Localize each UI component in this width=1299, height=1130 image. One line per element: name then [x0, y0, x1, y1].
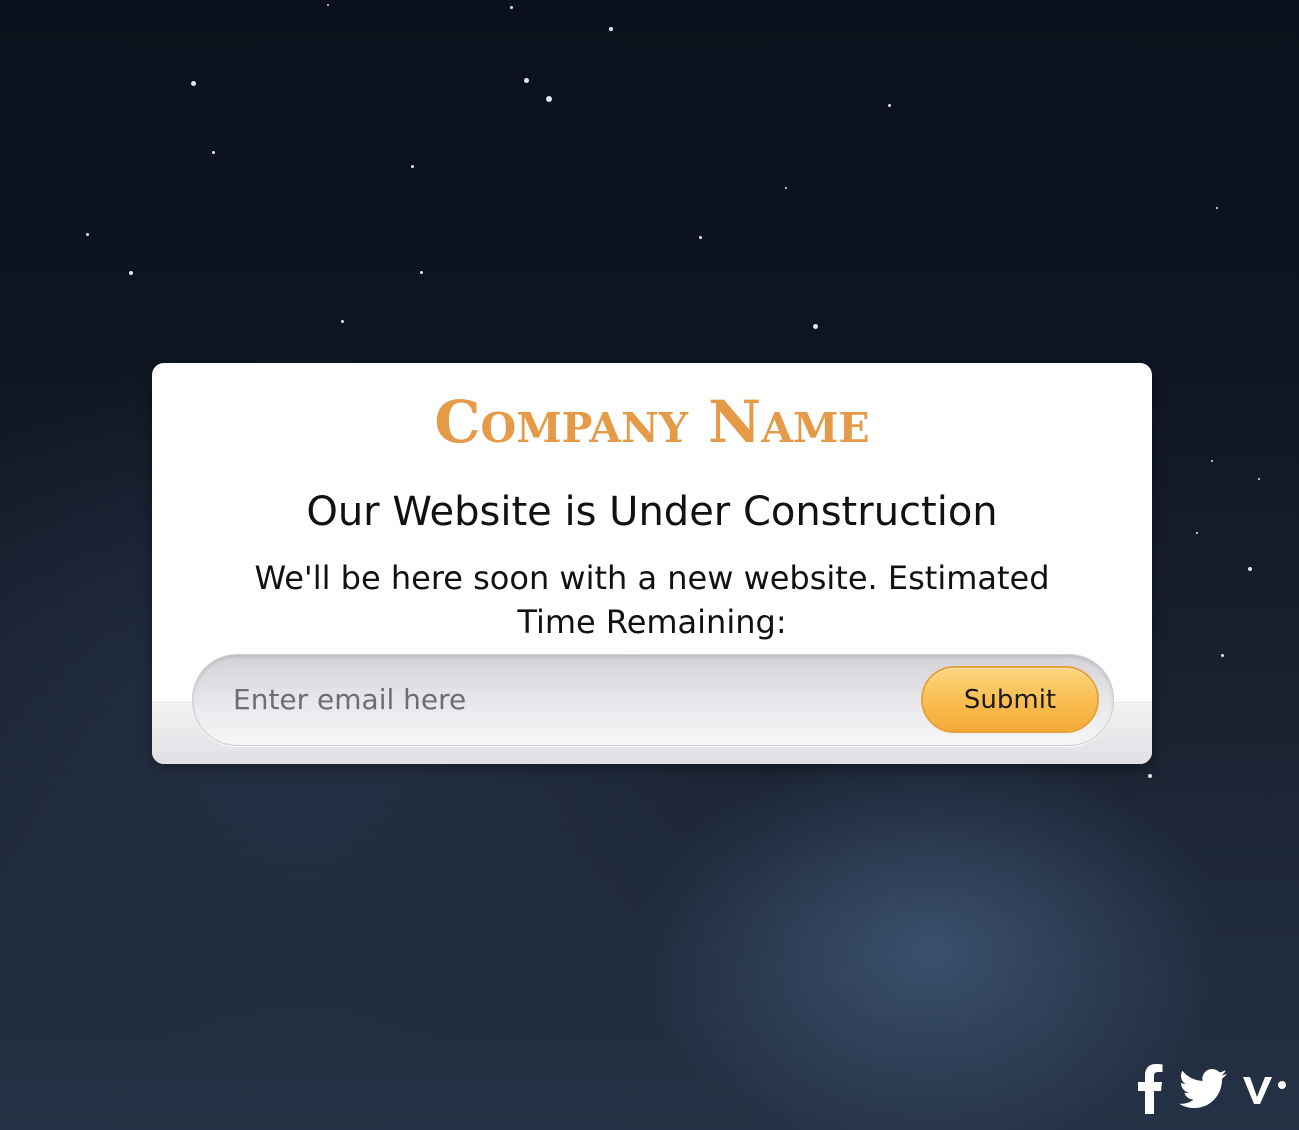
company-name-logo: Company Name — [434, 388, 870, 456]
twitter-icon — [1179, 1069, 1227, 1108]
page-subline: We'll be here soon with a new website. E… — [254, 559, 1050, 641]
email-input[interactable] — [233, 677, 873, 721]
submit-button[interactable]: Submit — [921, 666, 1099, 733]
page-headline: Our Website is Under Construction — [306, 489, 998, 535]
vine-icon — [1243, 1077, 1286, 1104]
email-signup-form: Submit — [192, 654, 1114, 746]
facebook-link[interactable] — [1135, 1064, 1165, 1114]
twitter-link[interactable] — [1179, 1069, 1227, 1109]
facebook-icon — [1138, 1064, 1163, 1114]
construction-card: Company Name Our Website is Under Constr… — [152, 363, 1152, 764]
social-links — [1135, 1064, 1287, 1114]
vine-link[interactable] — [1241, 1071, 1287, 1107]
